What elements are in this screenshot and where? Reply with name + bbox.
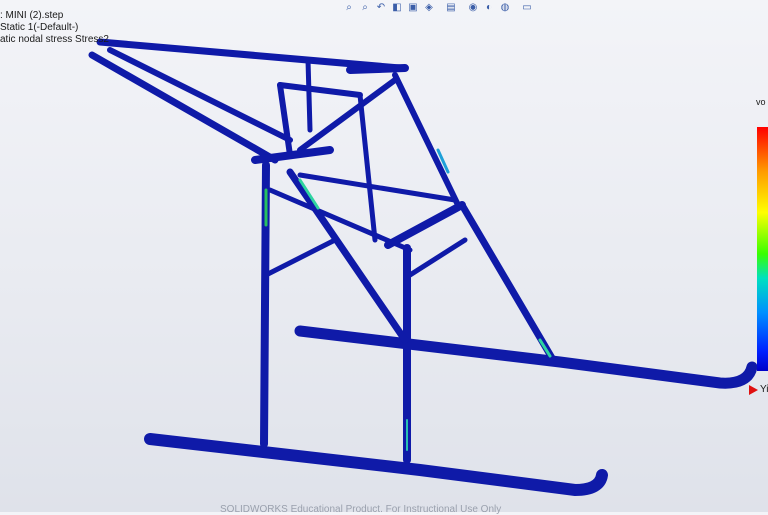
apply-scene-icon[interactable]: ◍ xyxy=(498,1,512,15)
zoom-area-icon[interactable]: ⌕ xyxy=(358,1,372,15)
educational-watermark: SOLIDWORKS Educational Product. For Inst… xyxy=(220,504,502,515)
previous-view-icon[interactable]: ↶ xyxy=(374,1,388,15)
monitor-icon[interactable]: ▭ xyxy=(520,1,534,15)
yield-arrow-icon xyxy=(749,385,758,395)
rear-leg xyxy=(458,201,556,362)
heads-up-view-toolbar: ⌕ ⌕ ↶ ◧ ▣ ◈ ▤ ◉ ◐ ◍ ▭ xyxy=(342,1,534,15)
stress-color-legend xyxy=(757,127,768,371)
study-name: Static 1(-Default-) xyxy=(0,22,79,33)
edit-appearance-icon[interactable]: ◐ xyxy=(482,1,496,15)
hide-show-icon[interactable]: ◉ xyxy=(466,1,480,15)
zoom-to-fit-icon[interactable]: ⌕ xyxy=(342,1,356,15)
view-orientation-icon[interactable]: ◈ xyxy=(422,1,436,15)
stress-plot-model[interactable] xyxy=(0,0,768,512)
section-view-icon[interactable]: ◧ xyxy=(390,1,404,15)
display-style-icon[interactable]: ▤ xyxy=(444,1,458,15)
top-boom xyxy=(96,38,404,72)
model-name: : MINI (2).step xyxy=(0,10,64,21)
legend-title: vo xyxy=(756,97,766,107)
plot-name: atic nodal stress Stress2 xyxy=(0,34,109,45)
study-info: : MINI (2).step Static 1(-Default-) atic… xyxy=(0,10,109,46)
dynamic-annotation-icon[interactable]: ▣ xyxy=(406,1,420,15)
yield-label: Yi xyxy=(760,384,768,395)
rear-skid xyxy=(294,325,758,389)
front-skid xyxy=(144,433,608,497)
